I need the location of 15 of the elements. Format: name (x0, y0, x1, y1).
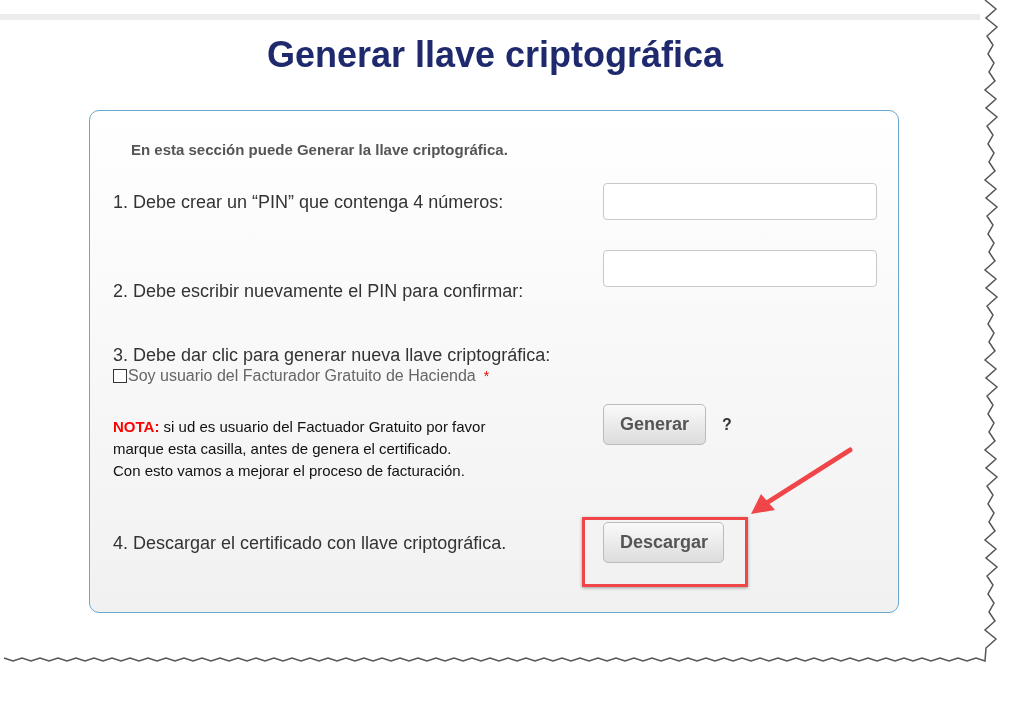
download-button[interactable]: Descargar (603, 522, 725, 563)
step-label: 4. Descargar el certificado con llave criptográfica. (113, 531, 508, 554)
note-text: NOTA: si ud es usuario del Factuador Gratuito por favor marque esta casilla, antes de genera el certificado. Con esto vamos a mejorar el proceso de facturación. (113, 417, 487, 481)
checkbox[interactable] (113, 369, 127, 383)
page-title: Generar llave criptográfica (265, 34, 725, 76)
pin-field[interactable] (603, 183, 877, 220)
step-label: 2. Debe escribir nuevamente el PIN para confirmar: (113, 280, 525, 302)
help-mark: ? (722, 415, 732, 434)
intro-text: En esta sección puede Generar la llave criptográfica. (131, 141, 509, 159)
step-label: 1. Debe crear un “PIN” que contenga 4 números: (113, 190, 505, 213)
required-mark: * (483, 367, 490, 386)
pin-field[interactable] (603, 250, 877, 287)
generate-button[interactable]: Generar (603, 404, 707, 445)
checkbox-label: Soy usuario del Facturador Gratuito de Hacienda (128, 366, 476, 386)
step-label: 3. Debe dar clic para generar nueva llave criptográfica: (113, 344, 552, 366)
